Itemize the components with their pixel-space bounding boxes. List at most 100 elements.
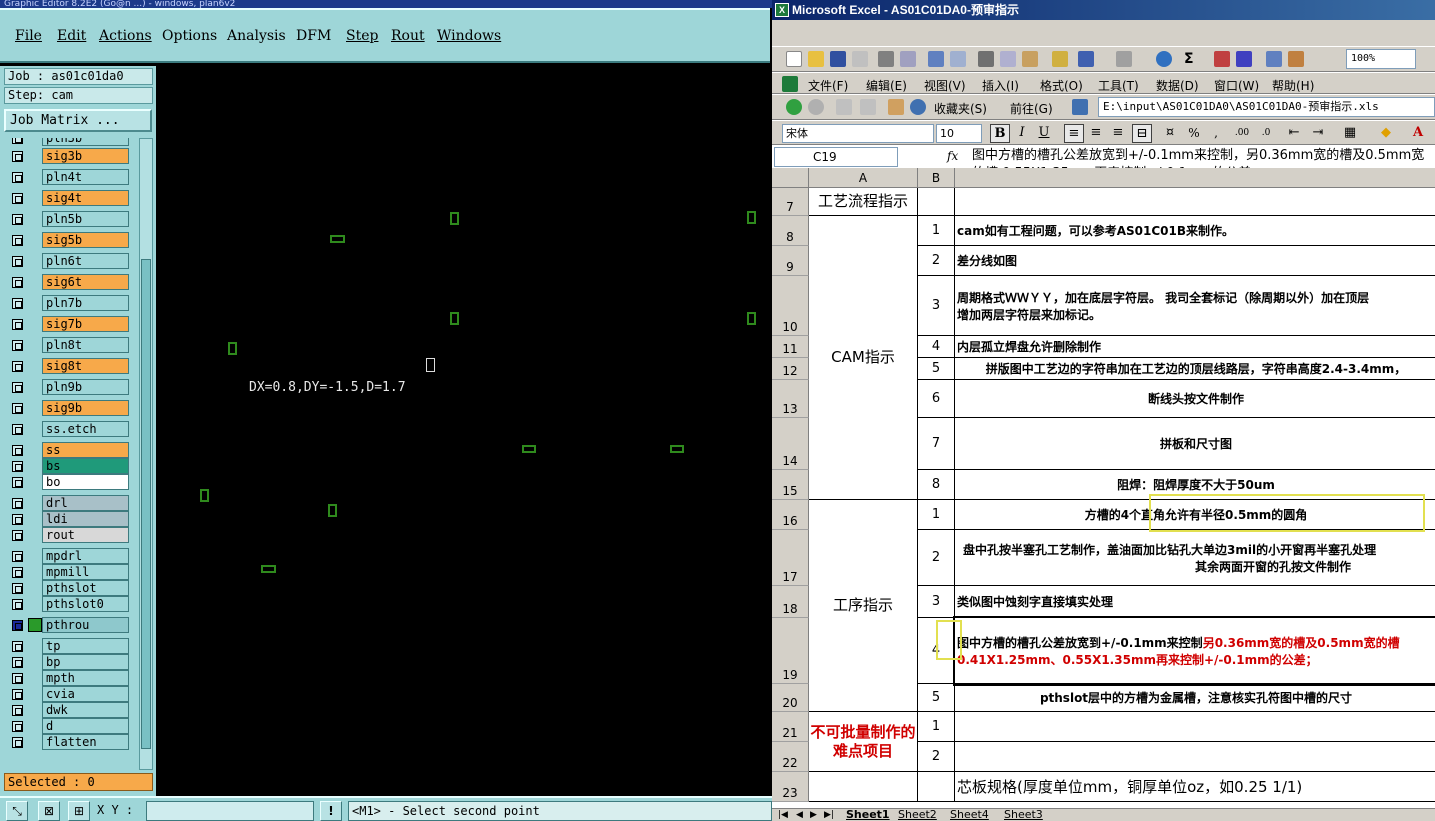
layer-row[interactable]: pthslot — [6, 580, 129, 596]
layer-row[interactable]: ss — [6, 442, 129, 458]
row-header[interactable]: 17 — [772, 530, 809, 586]
layer-name[interactable]: drl — [42, 495, 129, 511]
layer-checkbox[interactable] — [12, 461, 23, 472]
layer-name[interactable]: dwk — [42, 702, 129, 718]
forward-icon[interactable] — [808, 99, 824, 115]
format-painter-icon[interactable] — [1052, 51, 1068, 67]
layer-name[interactable]: pln3b — [42, 138, 129, 146]
layer-checkbox[interactable] — [12, 214, 23, 225]
layer-checkbox[interactable] — [12, 583, 23, 594]
job-matrix-button[interactable]: Job Matrix ... — [4, 109, 152, 132]
layer-name[interactable]: pthrou — [42, 617, 129, 633]
layer-row[interactable]: pthslot0 — [6, 596, 129, 612]
warning-icon[interactable]: ! — [320, 801, 342, 821]
cut-icon[interactable] — [978, 51, 994, 67]
paste-icon[interactable] — [1022, 51, 1038, 67]
layer-checkbox[interactable] — [12, 424, 23, 435]
cell-c[interactable] — [955, 742, 1435, 772]
layer-row[interactable]: mpdrl — [6, 548, 129, 564]
row-header[interactable]: 14 — [772, 418, 809, 470]
layer-name[interactable]: ss — [42, 442, 129, 458]
layer-row[interactable]: pln8t — [6, 337, 129, 353]
autosum-icon[interactable]: Σ — [1184, 51, 1200, 67]
scrollbar-thumb[interactable] — [141, 259, 151, 749]
select-all-corner[interactable] — [772, 168, 809, 188]
layer-row[interactable]: sig7b — [6, 316, 129, 332]
layer-name[interactable]: tp — [42, 638, 129, 654]
menu-file[interactable]: File — [15, 28, 42, 44]
row-header[interactable]: 13 — [772, 380, 809, 418]
menu-help[interactable]: 帮助(H) — [1272, 77, 1314, 94]
sheet-tab-1[interactable]: Sheet1 — [846, 809, 890, 821]
menu-view[interactable]: 视图(V) — [924, 77, 966, 94]
layer-row[interactable]: pln7b — [6, 295, 129, 311]
home-icon[interactable] — [888, 99, 904, 115]
align-right-icon[interactable]: ≡ — [1108, 124, 1128, 143]
layer-checkbox[interactable] — [12, 445, 23, 456]
show-web-toolbar-icon[interactable] — [1072, 99, 1088, 115]
layer-row[interactable]: pthrou — [6, 617, 129, 633]
cell-b[interactable]: 1 — [918, 216, 955, 246]
sort-ascending-icon[interactable] — [1214, 51, 1230, 67]
borders-icon[interactable]: ▦ — [1340, 124, 1360, 143]
cell-b[interactable]: 4 — [918, 336, 955, 358]
layer-row[interactable]: pln5b — [6, 211, 129, 227]
layer-row[interactable]: dwk — [6, 702, 129, 718]
layer-checkbox[interactable] — [12, 641, 23, 652]
layer-checkbox[interactable] — [12, 530, 23, 541]
layer-row[interactable]: pln6t — [6, 253, 129, 269]
layer-checkbox[interactable] — [12, 567, 23, 578]
cell-c[interactable]: 图中方槽的槽孔公差放宽到+/-0.1mm来控制另0.36mm宽的槽及0.5mm宽… — [953, 616, 1435, 686]
cell-b[interactable]: 1 — [918, 712, 955, 742]
layer-row[interactable]: ldi — [6, 511, 129, 527]
layer-checkbox[interactable] — [12, 151, 23, 162]
menu-window[interactable]: 窗口(W) — [1214, 77, 1259, 94]
layer-name[interactable]: mpth — [42, 670, 129, 686]
cell-b[interactable]: 5 — [918, 684, 955, 712]
layer-checkbox[interactable] — [12, 620, 23, 631]
layer-name[interactable]: d — [42, 718, 129, 734]
layer-row[interactable]: rout — [6, 527, 129, 543]
menu-step[interactable]: Step — [346, 28, 378, 44]
spelling-icon[interactable] — [928, 51, 944, 67]
layer-checkbox[interactable] — [12, 551, 23, 562]
layer-checkbox[interactable] — [12, 498, 23, 509]
sheet-tab-3[interactable]: Sheet3 — [1004, 809, 1043, 821]
layer-checkbox[interactable] — [12, 319, 23, 330]
grid-icon[interactable]: ⊞ — [68, 801, 90, 821]
cell-c[interactable]: 拼版图中工艺边的字符串加在工艺边的顶层线路层，字符串高度2.4-3.4mm， — [955, 358, 1435, 380]
stop-icon[interactable] — [836, 99, 852, 115]
menu-dfm[interactable]: DFM — [296, 28, 331, 44]
layer-checkbox[interactable] — [12, 298, 23, 309]
menu-file[interactable]: 文件(F) — [808, 77, 848, 94]
layer-name[interactable]: pln9b — [42, 379, 129, 395]
hyperlink-icon[interactable] — [1156, 51, 1172, 67]
layer-checkbox[interactable] — [12, 599, 23, 610]
cell-c[interactable]: 差分线如图 — [955, 246, 1435, 276]
layer-checkbox[interactable] — [12, 193, 23, 204]
layer-checkbox[interactable] — [12, 689, 23, 700]
row-header[interactable]: 22 — [772, 742, 809, 772]
row-header[interactable]: 19 — [772, 618, 809, 684]
back-icon[interactable] — [786, 99, 802, 115]
layer-name[interactable]: pln6t — [42, 253, 129, 269]
layer-checkbox[interactable] — [12, 403, 23, 414]
last-sheet-icon[interactable]: ▶| — [824, 809, 834, 821]
prev-sheet-icon[interactable]: ◀ — [796, 809, 803, 821]
layer-list-scrollbar[interactable] — [139, 138, 153, 770]
sheet-tab-2[interactable]: Sheet2 — [898, 809, 937, 821]
cell-a[interactable]: 工序指示 — [809, 500, 918, 712]
save-icon[interactable] — [830, 51, 846, 67]
decrease-decimal-icon[interactable]: .0 — [1256, 124, 1276, 143]
redo-icon[interactable] — [1116, 51, 1132, 67]
refresh-icon[interactable] — [860, 99, 876, 115]
cell-c[interactable]: pthslot层中的方槽为金属槽，注意核实孔符图中槽的尺寸 — [955, 684, 1435, 712]
permission-icon[interactable] — [852, 51, 868, 67]
research-icon[interactable] — [950, 51, 966, 67]
cell-b[interactable]: 2 — [918, 246, 955, 276]
increase-indent-icon[interactable]: ⇥ — [1308, 124, 1328, 143]
row-header[interactable]: 16 — [772, 500, 809, 530]
cell-c[interactable]: 拼板和尺寸图 — [955, 418, 1435, 470]
layer-checkbox[interactable] — [12, 138, 23, 144]
layer-checkbox[interactable] — [12, 737, 23, 748]
